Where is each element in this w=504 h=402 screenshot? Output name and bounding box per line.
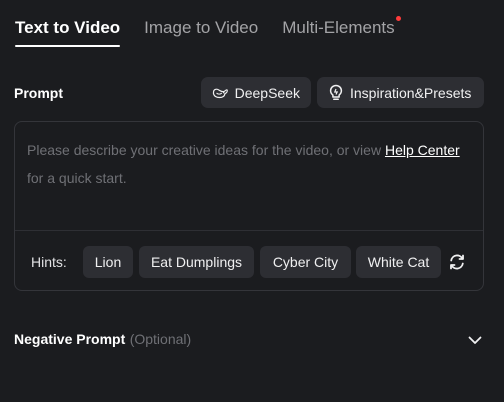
hint-chip-eat-dumplings[interactable]: Eat Dumplings	[139, 246, 254, 278]
tab-multi-elements[interactable]: Multi-Elements	[282, 0, 401, 38]
deepseek-button[interactable]: DeepSeek	[201, 77, 311, 108]
inspiration-presets-label: Inspiration&Presets	[350, 84, 472, 101]
placeholder-text-end: for a quick start.	[27, 170, 127, 186]
prompt-textarea[interactable]: Please describe your creative ideas for …	[14, 121, 484, 291]
prompt-label: Prompt	[14, 85, 63, 101]
tab-image-to-video-label: Image to Video	[144, 18, 259, 37]
inspiration-presets-button[interactable]: Inspiration&Presets	[317, 77, 484, 108]
negative-prompt-label: Negative Prompt	[14, 331, 126, 347]
tab-text-to-video[interactable]: Text to Video	[15, 0, 121, 47]
lightbulb-icon	[329, 84, 343, 101]
negative-prompt-toggle[interactable]: Negative Prompt (Optional)	[14, 331, 484, 349]
new-badge-dot	[395, 16, 401, 21]
prompt-placeholder: Please describe your creative ideas for …	[27, 136, 469, 192]
hint-chip-white-cat[interactable]: White Cat	[356, 246, 441, 278]
hint-chip-lion[interactable]: Lion	[83, 246, 133, 278]
tab-image-to-video[interactable]: Image to Video	[144, 0, 258, 38]
help-center-link[interactable]: Help Center	[385, 142, 460, 158]
hints-label: Hints:	[31, 254, 67, 270]
chevron-down-icon	[468, 336, 482, 344]
mode-tabs: Text to Video Image to Video Multi-Eleme…	[15, 0, 401, 52]
hints-bar: Hints: Lion Eat Dumplings Cyber City Whi…	[15, 230, 483, 292]
placeholder-text-start: Please describe your creative ideas for …	[27, 142, 385, 158]
negative-prompt-optional: (Optional)	[129, 331, 192, 347]
deepseek-button-label: DeepSeek	[234, 84, 300, 101]
deepseek-whale-icon	[212, 88, 228, 98]
tab-multi-elements-label: Multi-Elements	[282, 18, 395, 37]
refresh-hints-icon[interactable]	[448, 253, 466, 271]
tab-text-to-video-label: Text to Video	[15, 18, 121, 37]
hint-chip-cyber-city[interactable]: Cyber City	[260, 246, 351, 278]
